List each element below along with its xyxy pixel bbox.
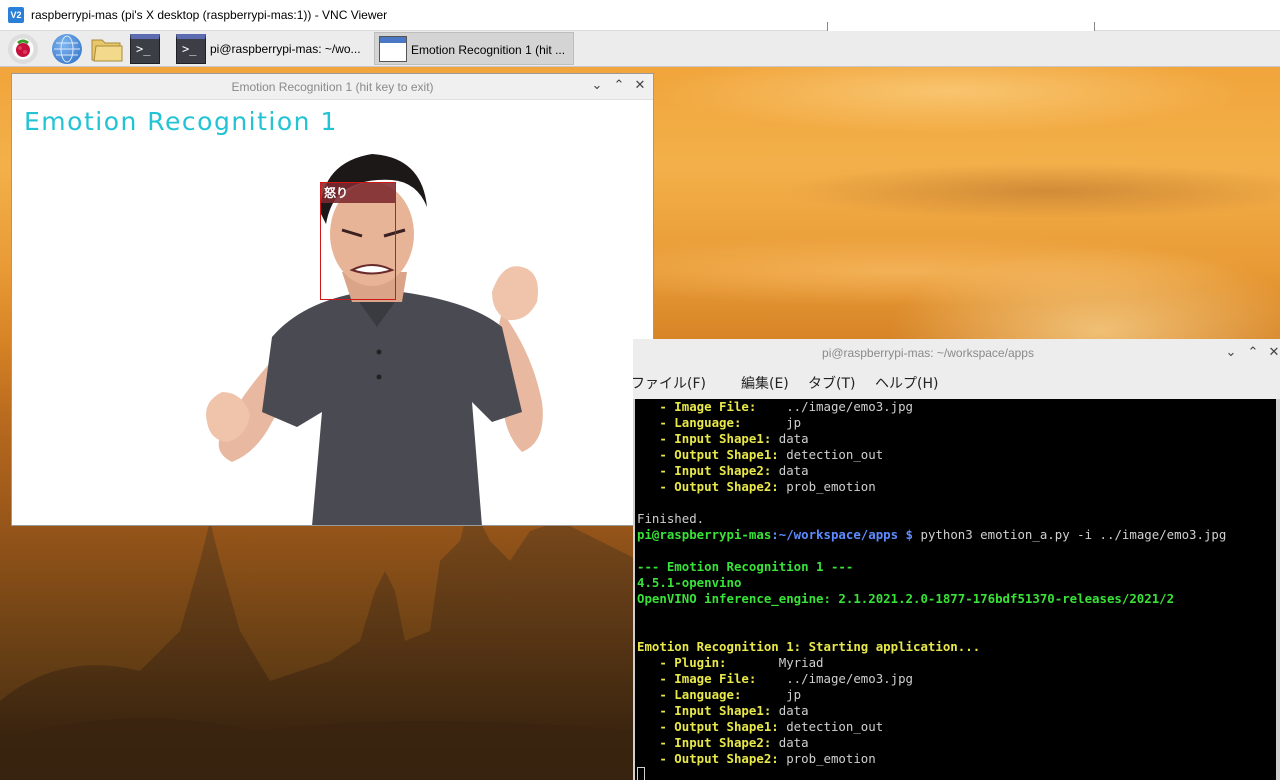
emotion-recognition-window: Emotion Recognition 1 (hit key to exit) … — [11, 73, 654, 526]
terminal-line: - Input Shape1: data — [637, 703, 809, 718]
terminal-line: - Input Shape1: data — [637, 431, 809, 446]
terminal-output[interactable]: - Image File: ../image/emo3.jpg - Langua… — [633, 399, 1276, 780]
window-app-icon — [379, 36, 407, 62]
raspberry-menu-icon[interactable] — [8, 34, 38, 64]
terminal-prompt-line: pi@raspberrypi-mas:~/workspace/apps $ py… — [637, 527, 1227, 542]
menu-file[interactable]: ファイル(F) — [631, 373, 706, 393]
terminal-line: - Image File: ../image/emo3.jpg — [637, 671, 914, 686]
terminal-line: - Input Shape2: data — [637, 735, 809, 750]
terminal-line: - Output Shape2: prob_emotion — [637, 751, 876, 766]
emotion-window-title: Emotion Recognition 1 (hit key to exit) — [231, 80, 434, 94]
menu-tabs[interactable]: タブ(T) — [808, 373, 855, 393]
terminal-line: - Output Shape2: prob_emotion — [637, 479, 876, 494]
terminal-window: pi@raspberrypi-mas: ~/workspace/apps ⌄ ⌃… — [631, 339, 1280, 780]
wallpaper-temples — [0, 501, 640, 780]
terminal-line: OpenVINO inference_engine: 2.1.2021.2.0-… — [637, 591, 1175, 606]
terminal-line: - Image File: ../image/emo3.jpg — [637, 399, 914, 414]
taskbar-emotion-task[interactable]: Emotion Recognition 1 (hit ... — [374, 32, 574, 65]
close-icon[interactable]: ✕ — [632, 78, 648, 94]
terminal-line: Emotion Recognition 1: Starting applicat… — [637, 639, 981, 654]
maximize-icon[interactable]: ⌃ — [1245, 345, 1261, 361]
terminal-launcher-icon[interactable]: >_ — [130, 34, 160, 64]
menu-edit[interactable]: 編集(E) — [741, 373, 789, 393]
close-icon[interactable]: ✕ — [1266, 345, 1280, 361]
minimize-icon[interactable]: ⌄ — [589, 78, 605, 94]
taskbar-terminal-task[interactable]: pi@raspberrypi-mas: ~/wo... — [210, 42, 361, 56]
taskbar-emotion-task-label: Emotion Recognition 1 (hit ... — [411, 43, 566, 57]
vnc-viewer-icon: V2 — [8, 7, 24, 23]
terminal-line: Finished. — [637, 511, 705, 526]
vnc-window-title: raspberrypi-mas (pi's X desktop (raspber… — [31, 8, 388, 22]
terminal-window-title: pi@raspberrypi-mas: ~/workspace/apps — [822, 346, 1034, 360]
terminal-line: - Language: jp — [637, 687, 802, 702]
vnc-titlebar: V2 raspberrypi-mas (pi's X desktop (rasp… — [0, 0, 1280, 33]
emotion-label: 怒り — [321, 183, 395, 203]
terminal-scrollbar[interactable] — [1276, 399, 1280, 780]
taskbar: >_ >_ pi@raspberrypi-mas: ~/wo... Emotio… — [0, 31, 1280, 67]
terminal-line: - Language: jp — [637, 415, 802, 430]
emotion-heading: Emotion Recognition 1 — [24, 107, 338, 136]
terminal-line: - Output Shape1: detection_out — [637, 719, 884, 734]
terminal-menubar: ファイル(F) 編集(E) タブ(T) ヘルプ(H) — [631, 367, 1280, 397]
terminal-cursor — [637, 767, 645, 780]
menu-help[interactable]: ヘルプ(H) — [875, 373, 938, 393]
terminal-line: - Input Shape2: data — [637, 463, 809, 478]
terminal-line: - Output Shape1: detection_out — [637, 447, 884, 462]
minimize-icon[interactable]: ⌄ — [1223, 345, 1239, 361]
terminal-titlebar[interactable]: pi@raspberrypi-mas: ~/workspace/apps ⌄ ⌃… — [633, 339, 1280, 367]
terminal-line: 4.5.1-openvino — [637, 575, 742, 590]
maximize-icon[interactable]: ⌃ — [611, 78, 627, 94]
terminal-task-icon[interactable]: >_ — [176, 34, 206, 64]
file-manager-icon[interactable] — [90, 34, 123, 64]
face-detection-box: 怒り — [320, 182, 396, 300]
emotion-window-titlebar[interactable]: Emotion Recognition 1 (hit key to exit) … — [12, 74, 653, 100]
web-browser-icon[interactable] — [52, 34, 82, 64]
terminal-line: --- Emotion Recognition 1 --- — [637, 559, 854, 574]
terminal-cursor-line — [637, 767, 1276, 780]
terminal-line: - Plugin: Myriad — [637, 655, 824, 670]
